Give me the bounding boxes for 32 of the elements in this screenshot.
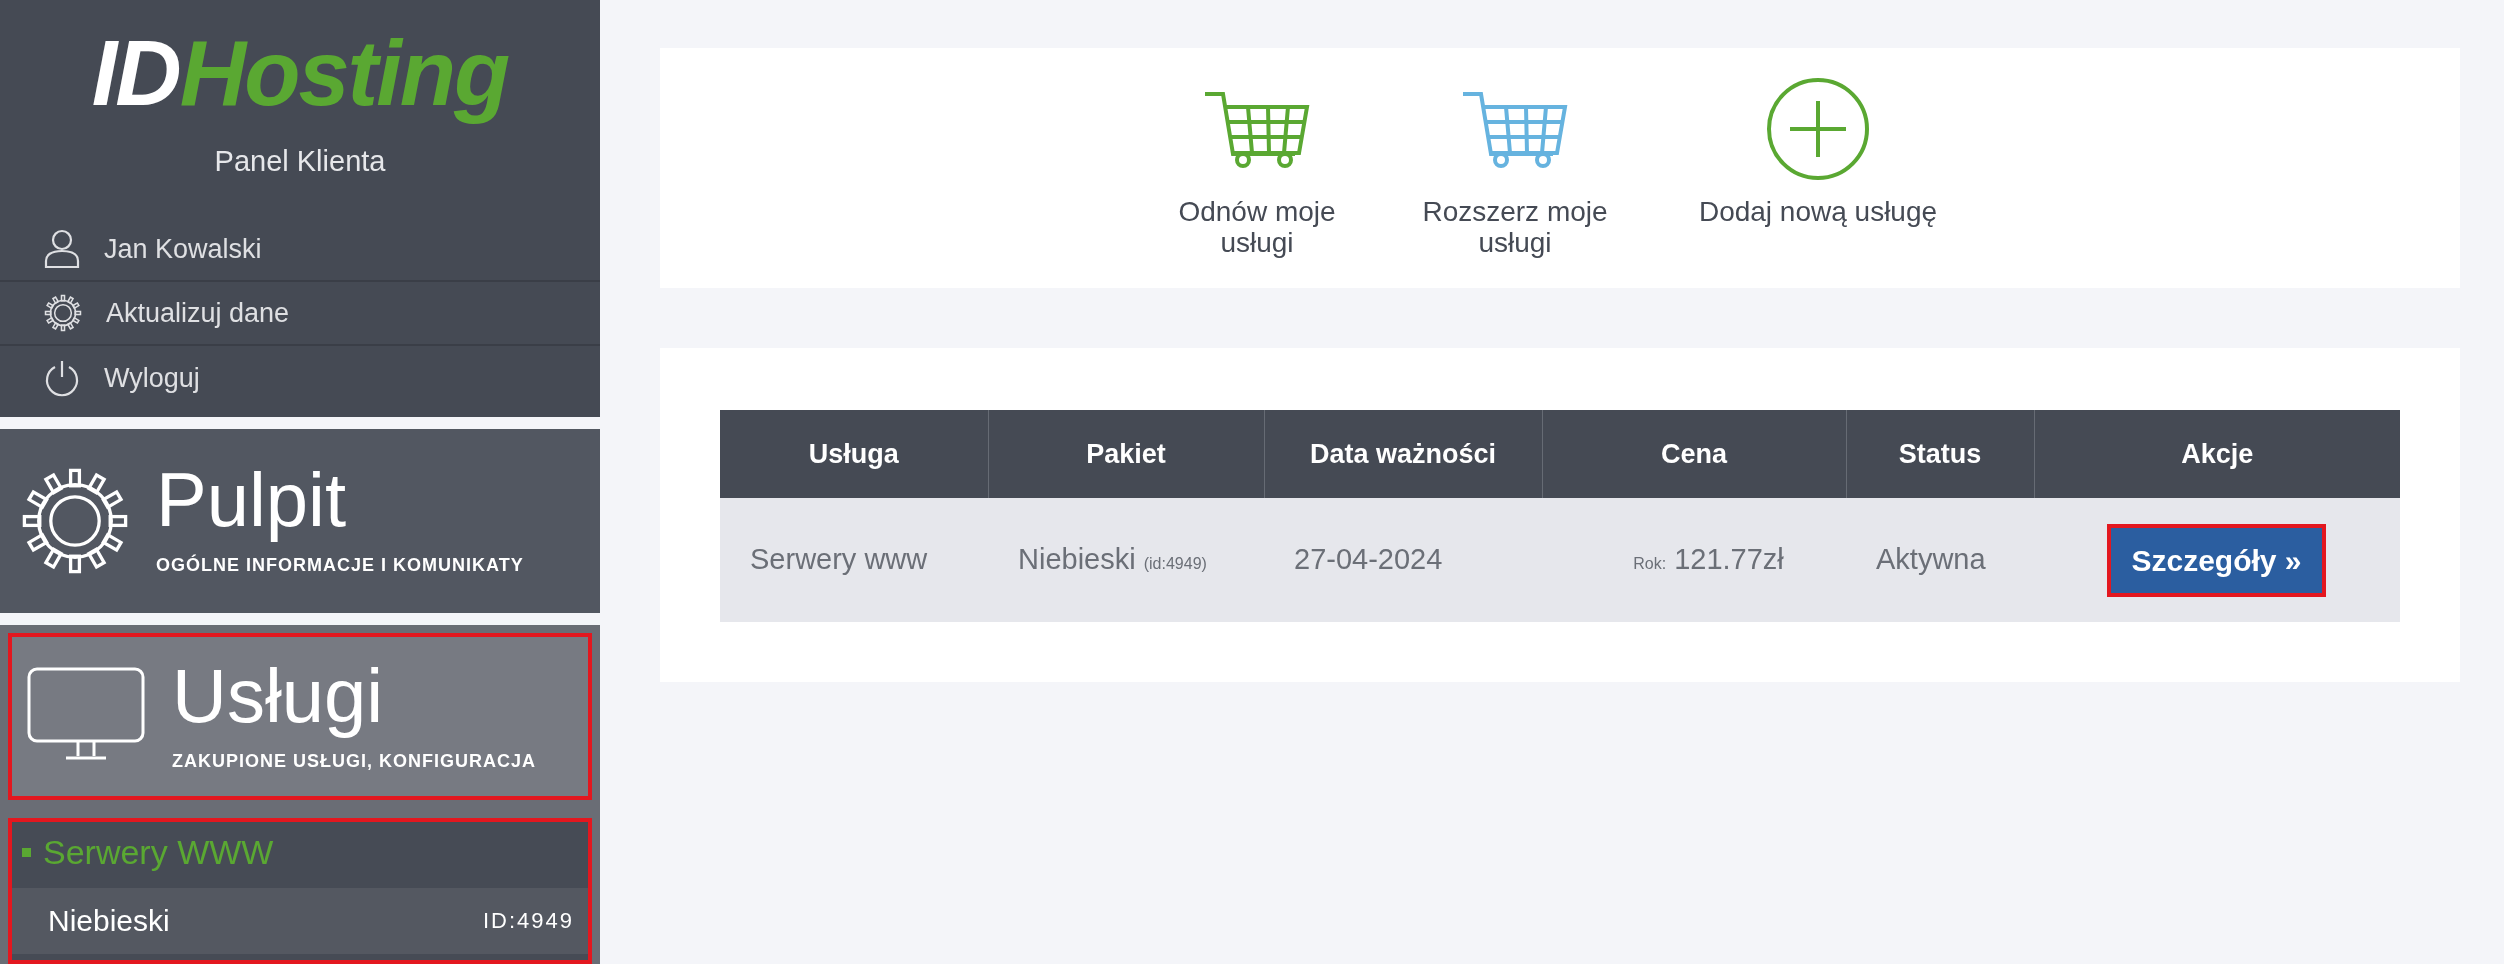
column-header: Data ważności [1264, 410, 1542, 498]
add-circle-icon [1766, 77, 1870, 181]
table-cell: Aktywna [1846, 498, 2034, 622]
bullet-icon [22, 848, 31, 858]
column-header: Cena [1542, 410, 1846, 498]
column-header: Usługa [720, 410, 988, 498]
logo: IDHosting [90, 21, 510, 126]
quick-action-link[interactable]: Odnów moje usługi [1152, 197, 1362, 259]
nav-section[interactable]: Usługi ZAKUPIONE USŁUGI, KONFIGURACJA [0, 624, 600, 808]
table-cell: 27-04-2024 [1264, 498, 1542, 622]
service-id: ID:4949 [482, 907, 574, 936]
nav-section[interactable]: Pulpit OGÓLNE INFORMACJE I KOMUNIKATY [0, 429, 600, 613]
table-cell: Serwery www [720, 498, 988, 622]
section-subtitle: ZAKUPIONE USŁUGI, KONFIGURACJA [172, 749, 536, 773]
panel-title: Panel Klienta [213, 144, 387, 180]
column-header: Status [1846, 410, 2034, 498]
settings-icon [44, 293, 82, 332]
column-header: Akcje [2034, 410, 2400, 498]
user-menu-item[interactable]: Jan Kowalski [0, 217, 600, 282]
user-menu-item[interactable]: Wyloguj [0, 345, 600, 410]
submenu-item-label: Niebieski [48, 903, 170, 940]
table-cell: Rok: 121.77zł [1542, 498, 1846, 622]
section-subtitle: OGÓLNE INFORMACJE I KOMUNIKATY [156, 553, 524, 578]
details-button[interactable]: Szczegóły » [2107, 523, 2326, 597]
user-menu-item[interactable]: Aktualizuj dane [0, 281, 600, 346]
table-cell: Niebieski (id:4949) [988, 498, 1264, 622]
gear-icon [20, 466, 130, 576]
power-icon [44, 358, 80, 397]
column-header: Pakiet [988, 410, 1264, 498]
quick-action-link[interactable]: Dodaj nową usługę [1668, 197, 1968, 259]
quick-action-link[interactable]: Rozszerz moje usługi [1410, 197, 1620, 259]
user-icon [44, 228, 80, 269]
